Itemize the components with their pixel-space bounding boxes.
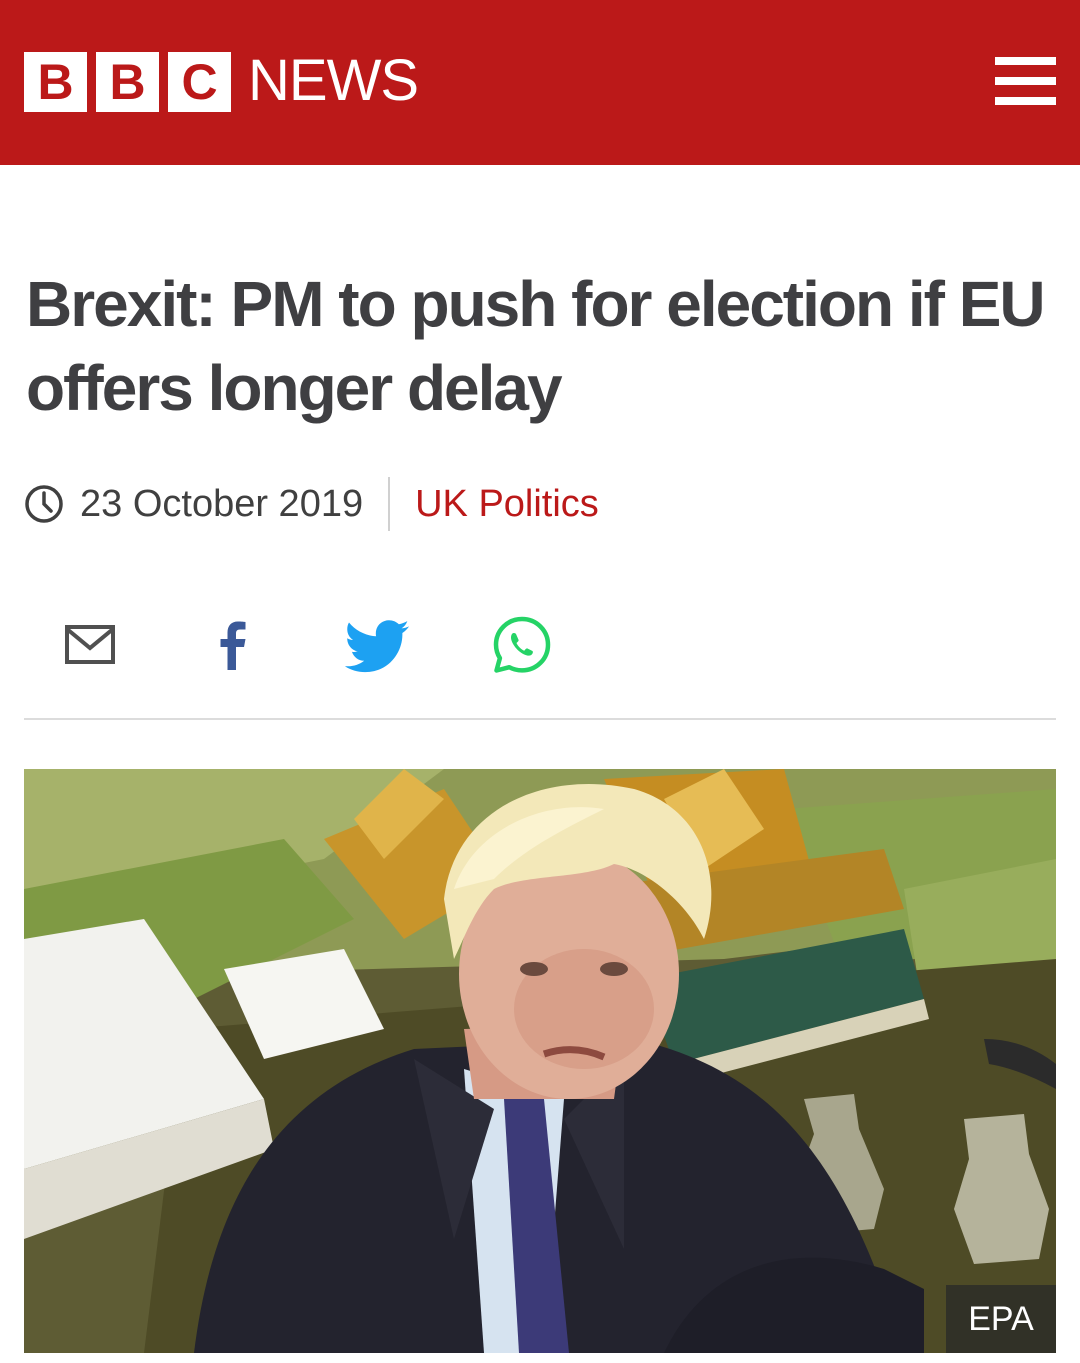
top-bar: B B C NEWS (0, 0, 1080, 165)
email-icon (65, 625, 115, 664)
share-bar (24, 610, 1056, 680)
share-divider (24, 718, 1056, 720)
article-meta: 23 October 2019 UK Politics (24, 476, 599, 532)
logo-letter-c: C (168, 52, 231, 112)
clock-icon (25, 485, 63, 523)
article-headline: Brexit: PM to push for election if EU of… (26, 268, 1046, 424)
news-wordmark[interactable]: NEWS (248, 49, 419, 113)
publish-date: 23 October 2019 (80, 482, 364, 525)
prime-minister-photo (24, 769, 1056, 1353)
image-credit: EPA (946, 1285, 1056, 1353)
share-whatsapp-button[interactable] (487, 610, 557, 680)
hero-image[interactable]: EPA (24, 769, 1056, 1353)
bbc-logo[interactable]: B B C (24, 52, 231, 112)
hamburger-menu-icon[interactable] (995, 57, 1056, 105)
logo-letter-b1: B (24, 52, 87, 112)
share-facebook-button[interactable] (198, 610, 268, 680)
twitter-icon (344, 620, 410, 673)
meta-divider (388, 477, 391, 531)
logo-letter-b2: B (96, 52, 159, 112)
section-link[interactable]: UK Politics (415, 483, 599, 526)
share-email-button[interactable] (54, 610, 124, 680)
whatsapp-icon (493, 616, 551, 673)
share-twitter-button[interactable] (342, 610, 412, 680)
facebook-icon (220, 621, 246, 670)
